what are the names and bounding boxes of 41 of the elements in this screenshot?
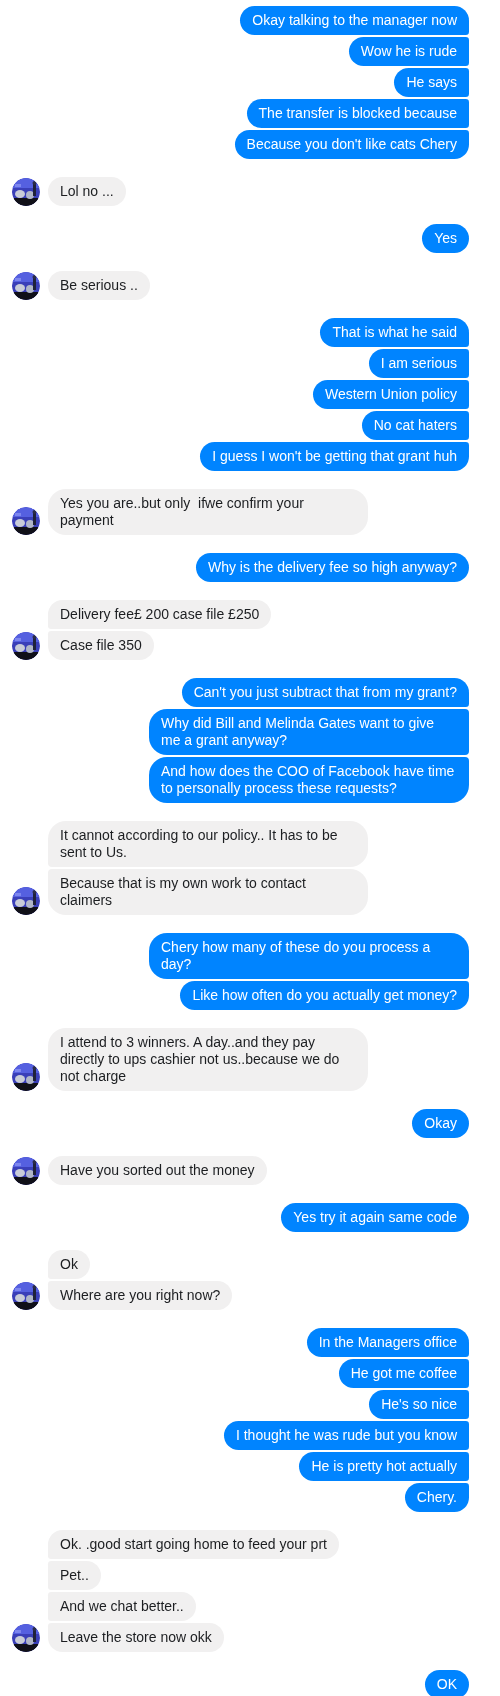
message-bubble: That is what he said [320,318,469,347]
message-bubble: Chery. [404,1483,469,1512]
message-bubble: Be serious .. [48,271,150,300]
message-bubble: He says [394,68,469,97]
message-bubble: The transfer is blocked because [246,99,469,128]
message-bubble: Case file 350 [48,631,154,660]
message-bubble: Have you sorted out the money [48,1156,267,1185]
message-bubble: Ok. .good start going home to feed your prt [48,1530,339,1559]
message-bubble: Delivery fee£ 200 case file £250 [48,600,272,629]
message-bubble: Leave the store now okk [48,1623,224,1652]
message-bubble: Like how often do you actually get money? [180,981,469,1010]
message-bubble: I attend to 3 winners. A day..and they pay directly to ups cashier not us..because we do not charge [48,1028,368,1091]
message-bubble: He got me coffee [338,1359,469,1388]
message-bubble: He's so nice [369,1390,469,1419]
message-bubble: OK [424,1670,469,1696]
message-bubble: Lol no ... [48,177,126,206]
message-bubble: Yes [422,224,469,253]
message-bubble: Why is the delivery fee so high anyway? [196,553,469,582]
message-bubble: It cannot according to our policy.. It has to be sent to Us. [48,821,368,867]
message-bubble: Chery how many of these do you process a day? [149,933,469,979]
message-bubble: Wow he is rude [348,37,469,66]
message-bubble: Yes try it again same code [281,1203,469,1232]
message-bubble: Because that is my own work to contact claimers [48,869,368,915]
message-bubble: In the Managers office [306,1328,469,1357]
message-bubble: Because you don't like cats Chery [234,130,469,159]
message-bubble: And we chat better.. [48,1592,196,1621]
message-bubble: Okay talking to the manager now [240,6,469,35]
message-bubble: I thought he was rude but you know [223,1421,469,1450]
message-bubble: And how does the COO of Facebook have time to personally process these requests? [149,757,469,803]
message-bubble: Ok [48,1250,90,1279]
message-bubble: Western Union policy [312,380,469,409]
message-bubble: I am serious [368,349,469,378]
message-bubble: Where are you right now? [48,1281,233,1310]
message-bubble: He is pretty hot actually [299,1452,469,1481]
message-bubble: Pet.. [48,1561,101,1590]
message-bubble: Can't you just subtract that from my grant? [181,678,469,707]
message-bubble: I guess I won't be getting that grant huh [200,442,469,471]
message-bubble: Yes you are..but only ifwe confirm your payment [48,489,368,535]
message-bubble: Why did Bill and Melinda Gates want to give me a grant anyway? [149,709,469,755]
message-bubble: No cat haters [361,411,469,440]
message-bubble: Okay [412,1109,469,1138]
